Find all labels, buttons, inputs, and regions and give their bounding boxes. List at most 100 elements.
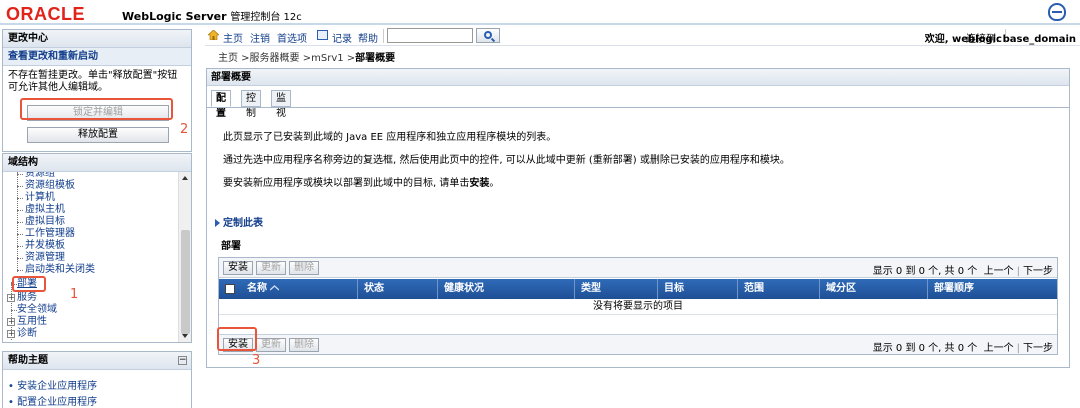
- intro-paragraph-1: 此页显示了已安装到此域的 Java EE 应用程序和独立应用程序模块的列表。: [223, 132, 557, 143]
- help-item-label[interactable]: 安装企业应用程序: [17, 381, 97, 392]
- release-configuration-button[interactable]: 释放配置: [27, 127, 169, 143]
- domain-structure-title: 域结构: [3, 154, 191, 172]
- pager-next[interactable]: 下一步: [1023, 266, 1053, 277]
- annotation-2: 2: [180, 122, 189, 137]
- search-icon: [484, 31, 492, 39]
- expand-icon[interactable]: +: [7, 330, 15, 338]
- column-deployment-order[interactable]: 部署顺序: [927, 279, 974, 299]
- pager-range: 显示 0 到 0 个, 共 0 个: [872, 266, 978, 277]
- column-scope[interactable]: 范围: [737, 279, 764, 299]
- tree-tick: [17, 186, 23, 187]
- update-button-top[interactable]: 更新: [256, 261, 286, 275]
- highlight-deployments: [12, 276, 46, 292]
- breadcrumb-current: 部署概要: [355, 53, 396, 64]
- highlight-lock-button: [20, 98, 173, 120]
- tree-tick: [17, 258, 23, 259]
- table-toolbar-bottom: 安装 更新 删除 显示 0 到 0 个, 共 0 个 上一个 | 下一步: [219, 334, 1057, 354]
- tab-underline: [207, 107, 1069, 108]
- top-toolbar: 主页 注销 首选项 记录 帮助 欢迎, weblogic 连接到: base_d…: [205, 27, 1080, 46]
- pager-top: 显示 0 到 0 个, 共 0 个 上一个 | 下一步: [872, 266, 1053, 277]
- breadcrumb-path[interactable]: 主页 >服务器概要 >mSrv1 >: [218, 53, 355, 64]
- tree-item-services[interactable]: 服务: [17, 292, 37, 304]
- change-center-title: 更改中心: [3, 30, 191, 48]
- deployments-table: 安装 更新 删除 显示 0 到 0 个, 共 0 个 上一个 | 下一步 名称 状态…: [218, 257, 1058, 355]
- home-icon[interactable]: [208, 30, 219, 40]
- intro-paragraph-3: 要安装新应用程序或模块以部署到此域中的目标, 请单击安装。: [223, 178, 499, 190]
- expand-icon[interactable]: +: [7, 318, 15, 326]
- help-link[interactable]: 帮助: [358, 30, 378, 45]
- customize-label[interactable]: 定制此表: [223, 218, 263, 229]
- customize-table-link[interactable]: 定制此表: [215, 214, 263, 229]
- scroll-up-icon[interactable]: [182, 176, 188, 180]
- tab-configuration[interactable]: 配置: [211, 90, 231, 119]
- tree-item-resource-groups[interactable]: 资源组: [25, 172, 55, 180]
- help-item[interactable]: • 安装企业应用程序: [8, 377, 97, 392]
- delete-button-top[interactable]: 删除: [289, 261, 319, 275]
- tree-item-diagnostics[interactable]: 诊断: [17, 328, 37, 340]
- highlight-install-button: [217, 327, 257, 351]
- collapse-icon[interactable]: −: [178, 356, 187, 365]
- column-targets[interactable]: 目标: [657, 279, 684, 299]
- para3-text: 要安装新应用程序或模块以部署到此域中的目标, 请单击: [223, 178, 470, 189]
- change-center-message: 不存在暂挂更改。单击"释放配置"按钮可允许其他人编辑域。: [8, 70, 178, 93]
- delete-button-bottom[interactable]: 删除: [289, 338, 319, 352]
- tab-monitoring[interactable]: 监视: [271, 90, 291, 119]
- tree-tick: [17, 210, 23, 211]
- help-item-label[interactable]: 配置企业应用程序: [17, 397, 97, 408]
- tree-item-interoperability[interactable]: 互用性: [17, 316, 47, 328]
- empty-table-message: 没有将要显示的项目: [219, 299, 1057, 315]
- expand-icon[interactable]: +: [7, 294, 15, 302]
- panel-title: 部署概要: [207, 69, 1069, 86]
- tree-tick: [17, 234, 23, 235]
- logout-link[interactable]: 注销: [250, 30, 270, 45]
- pager-next[interactable]: 下一步: [1023, 343, 1053, 354]
- tree-item-resource-management[interactable]: 资源管理: [25, 252, 65, 264]
- record-icon[interactable]: [317, 30, 328, 40]
- section-title: 部署: [221, 241, 241, 252]
- tree-item-startup-shutdown-classes[interactable]: 启动类和关闭类: [25, 264, 95, 276]
- tab-control[interactable]: 控制: [241, 90, 261, 119]
- column-name-label[interactable]: 名称: [247, 283, 267, 294]
- user-icon[interactable]: [1048, 3, 1066, 21]
- sort-icon[interactable]: [270, 285, 279, 291]
- table-toolbar-top: 安装 更新 删除 显示 0 到 0 个, 共 0 个 上一个 | 下一步: [219, 258, 1057, 278]
- connected-to: 连接到: base_domain: [966, 30, 1076, 45]
- tree-item-work-managers[interactable]: 工作管理器: [25, 228, 75, 240]
- tree-item-virtual-targets[interactable]: 虚拟目标: [25, 216, 65, 228]
- tree-item-security-realms[interactable]: 安全领域: [17, 304, 57, 316]
- column-domain-partitions[interactable]: 域分区: [819, 279, 856, 299]
- pager-prev[interactable]: 上一个: [984, 266, 1014, 277]
- home-link[interactable]: 主页: [223, 30, 243, 45]
- tree-item-concurrent-templates[interactable]: 并发模板: [25, 240, 65, 252]
- pager-prev[interactable]: 上一个: [984, 343, 1014, 354]
- breadcrumb: 主页 >服务器概要 >mSrv1 >部署概要: [218, 49, 395, 64]
- preferences-link[interactable]: 首选项: [277, 30, 307, 45]
- tree-scrollbar[interactable]: [178, 172, 191, 342]
- tree-item-virtual-hosts[interactable]: 虚拟主机: [25, 204, 65, 216]
- tree-tick: [17, 222, 23, 223]
- tree-item-machines[interactable]: 计算机: [25, 192, 55, 204]
- column-health[interactable]: 健康状况: [437, 279, 484, 299]
- tree-item-resource-group-templates[interactable]: 资源组模板: [25, 180, 75, 192]
- select-all-checkbox[interactable]: [225, 284, 235, 294]
- search-button[interactable]: [476, 28, 500, 43]
- annotation-1: 1: [70, 287, 79, 302]
- view-changes-link[interactable]: 查看更改和重新启动: [3, 48, 191, 66]
- tree-tick: [17, 174, 23, 175]
- scroll-down-icon[interactable]: [182, 334, 188, 338]
- top-banner: ORACLE WebLogic Server 管理控制台 12c: [0, 0, 1080, 25]
- update-button-bottom[interactable]: 更新: [256, 338, 286, 352]
- search-input[interactable]: [387, 28, 473, 43]
- column-name[interactable]: 名称: [241, 279, 279, 299]
- domain-tree: 资源组 资源组模板 计算机 虚拟主机 虚拟目标 工作管理器 并发模板 资源管理 …: [3, 172, 178, 342]
- column-state[interactable]: 状态: [357, 279, 384, 299]
- oracle-logo: ORACLE: [6, 4, 85, 24]
- column-type[interactable]: 类型: [574, 279, 601, 299]
- scroll-thumb[interactable]: [181, 230, 190, 334]
- connected-label: 连接到:: [966, 34, 1000, 45]
- record-link[interactable]: 记录: [332, 30, 352, 45]
- install-button-top[interactable]: 安装: [223, 261, 253, 275]
- tree-tick: [17, 270, 23, 271]
- help-item[interactable]: • 配置企业应用程序: [8, 393, 97, 408]
- tree-tick: [17, 246, 23, 247]
